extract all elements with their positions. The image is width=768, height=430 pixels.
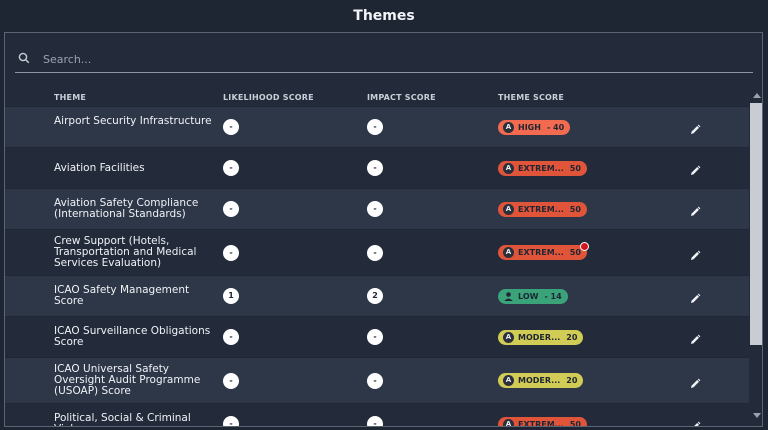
pencil-icon[interactable]	[689, 375, 701, 388]
score-level: EXTREM...	[518, 205, 564, 214]
impact-score: -	[367, 416, 383, 426]
theme-score-badge: A EXTREM... 50	[498, 245, 587, 260]
theme-score-badge: LOW - 14	[498, 289, 568, 304]
table-row[interactable]: Crew Support (Hotels, Transportation and…	[5, 229, 749, 275]
theme-name: ICAO Universal Safety Oversight Audit Pr…	[54, 363, 201, 397]
likelihood-score: -	[223, 201, 239, 217]
score-value: 20	[566, 376, 578, 385]
table-row[interactable]: ICAO Universal Safety Oversight Audit Pr…	[5, 357, 749, 403]
search-input[interactable]	[41, 48, 745, 70]
score-level: MODER...	[518, 333, 561, 342]
impact-score: -	[367, 245, 383, 261]
theme-name: Aviation Safety Compliance (Internationa…	[54, 197, 199, 220]
avatar-icon: A	[503, 419, 514, 426]
search-bar	[15, 46, 753, 73]
pencil-icon[interactable]	[689, 162, 701, 175]
theme-score-badge: A MODER... 20	[498, 330, 584, 345]
notification-dot-icon	[580, 242, 589, 251]
score-value: 20	[566, 333, 578, 342]
table-row[interactable]: Aviation Facilities - - A EXTREM... 50	[5, 147, 749, 188]
avatar-icon: A	[503, 204, 514, 215]
likelihood-score: -	[223, 416, 239, 426]
table-row[interactable]: Political, Social & Criminal Violence - - A…	[5, 403, 749, 427]
avatar-icon: A	[503, 247, 514, 258]
theme-score-badge: A HIGH - 40	[498, 120, 571, 135]
impact-score: -	[367, 201, 383, 217]
avatar-icon: A	[503, 122, 514, 133]
score-value: 50	[569, 205, 581, 214]
table-row[interactable]: ICAO Surveillance Obligations Score - - A MO…	[5, 316, 749, 357]
pencil-icon[interactable]	[689, 247, 701, 260]
theme-score-badge: A EXTREM... 50	[498, 202, 587, 217]
table-row[interactable]: Airport Security Infrastructure - - A HIGH - …	[5, 106, 749, 147]
theme-name: ICAO Safety Management Score	[54, 284, 190, 307]
score-value: - 14	[544, 292, 562, 301]
score-level: LOW	[518, 292, 539, 301]
scroll-down-arrow-icon[interactable]	[753, 413, 761, 418]
scroll-up-arrow-icon[interactable]	[753, 93, 761, 98]
table-row[interactable]: ICAO Safety Management Score 1 2 LOW - 14	[5, 275, 749, 316]
theme-name: Political, Social & Criminal Violence	[54, 412, 191, 427]
impact-score: -	[367, 373, 383, 389]
page-title: Themes	[353, 8, 415, 24]
avatar-icon: A	[503, 163, 514, 174]
pencil-icon[interactable]	[689, 290, 701, 303]
table-body: Airport Security Infrastructure - - A HIGH - …	[5, 106, 749, 427]
avatar-icon: A	[503, 332, 514, 343]
score-level: EXTREM...	[518, 164, 564, 173]
theme-name: ICAO Surveillance Obligations Score	[54, 325, 211, 348]
scrollbar-thumb[interactable]	[750, 103, 762, 345]
score-level: HIGH	[518, 123, 541, 132]
impact-score: -	[367, 329, 383, 345]
themes-panel: THEME LIKELIHOOD SCORE IMPACT SCORE THEM…	[4, 32, 763, 427]
theme-name: Aviation Facilities	[54, 162, 145, 174]
likelihood-score: -	[223, 160, 239, 176]
header-theme[interactable]: THEME	[54, 93, 86, 102]
header-likelihood[interactable]: LIKELIHOOD SCORE	[223, 93, 314, 102]
likelihood-score: -	[223, 329, 239, 345]
likelihood-score: -	[223, 373, 239, 389]
score-value: - 40	[546, 123, 565, 132]
likelihood-score: -	[223, 119, 239, 135]
theme-score-badge: A MODER... 20	[498, 373, 584, 388]
score-level: EXTREM...	[518, 248, 564, 257]
theme-name: Airport Security Infrastructure	[54, 115, 212, 127]
impact-score: -	[367, 119, 383, 135]
table-header: THEME LIKELIHOOD SCORE IMPACT SCORE THEM…	[5, 89, 749, 107]
score-value: 50	[569, 420, 581, 427]
person-icon	[503, 291, 514, 302]
score-value: 50	[569, 248, 581, 257]
likelihood-score: 1	[223, 288, 239, 304]
pencil-icon[interactable]	[689, 121, 701, 134]
pencil-icon[interactable]	[689, 418, 701, 426]
search-icon	[18, 52, 30, 64]
avatar-icon: A	[503, 375, 514, 386]
pencil-icon[interactable]	[689, 203, 701, 216]
impact-score: -	[367, 160, 383, 176]
impact-score: 2	[367, 288, 383, 304]
theme-score-badge: A EXTREM... 50	[498, 161, 587, 176]
theme-score-badge: A EXTREM... 50	[498, 417, 587, 427]
likelihood-score: -	[223, 245, 239, 261]
pencil-icon[interactable]	[689, 331, 701, 344]
score-value: 50	[569, 164, 581, 173]
table-row[interactable]: Aviation Safety Compliance (Internationa…	[5, 188, 749, 229]
score-level: MODER...	[518, 376, 561, 385]
theme-name: Crew Support (Hotels, Transportation and…	[54, 235, 197, 269]
header-score[interactable]: THEME SCORE	[498, 93, 564, 102]
score-level: EXTREM...	[518, 420, 564, 427]
header-impact[interactable]: IMPACT SCORE	[367, 93, 436, 102]
